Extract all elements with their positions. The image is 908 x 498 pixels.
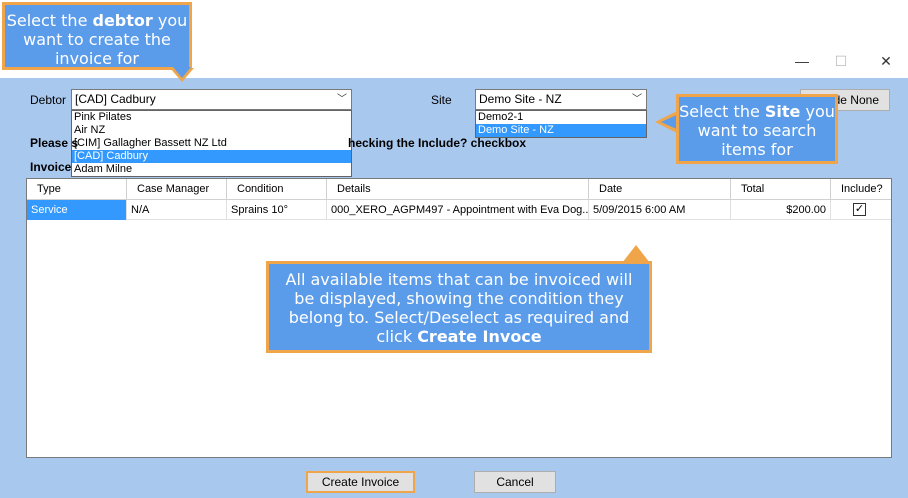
callout-bold-text: Site	[764, 102, 801, 121]
chevron-down-icon: ﹀	[632, 94, 642, 105]
site-select[interactable]: Demo Site - NZ ﹀	[475, 89, 647, 110]
cancel-button[interactable]: Cancel	[474, 471, 556, 493]
table-row[interactable]: Service N/A Sprains 10° 000_XERO_AGPM497…	[27, 200, 891, 220]
debtor-option[interactable]: Adam Milne	[72, 163, 351, 176]
instruction-text-start: Please s	[30, 136, 79, 150]
instruction-text-end: hecking the Include? checkbox	[348, 136, 527, 150]
site-callout: Select the Site you want to search items…	[676, 94, 838, 164]
minimize-button[interactable]: —	[788, 50, 816, 72]
invoice-items-label: Invoice	[30, 160, 72, 174]
callout-text: Select the	[679, 102, 765, 121]
debtor-option-selected[interactable]: [CAD] Cadbury	[72, 150, 351, 163]
maximize-button[interactable]: ☐	[827, 50, 855, 72]
callout-bold-text: debtor	[92, 11, 153, 30]
cell-case-manager[interactable]: N/A	[127, 200, 227, 220]
debtor-label: Debtor	[30, 93, 67, 107]
site-select-value: Demo Site - NZ	[479, 92, 562, 106]
cell-condition[interactable]: Sprains 10°	[227, 200, 327, 220]
debtor-callout: Select the debtor you want to create the…	[2, 2, 192, 70]
chevron-down-icon: ﹀	[337, 94, 347, 105]
column-header-condition[interactable]: Condition	[227, 179, 327, 200]
column-header-type[interactable]: Type	[27, 179, 127, 200]
cell-date[interactable]: 5/09/2015 6:00 AM	[589, 200, 731, 220]
site-dropdown-list: Demo2-1 Demo Site - NZ	[475, 110, 647, 138]
callout-bold-text: Create Invoce	[417, 327, 542, 346]
debtor-dropdown-list: Pink Pilates Air NZ [CIM] Gallagher Bass…	[71, 110, 352, 177]
cell-details[interactable]: 000_XERO_AGPM497 - Appointment with Eva …	[327, 200, 589, 220]
items-callout: All available items that can be invoiced…	[266, 261, 652, 353]
column-header-date[interactable]: Date	[589, 179, 731, 200]
column-header-case-manager[interactable]: Case Manager	[127, 179, 227, 200]
column-header-total[interactable]: Total	[731, 179, 831, 200]
site-label: Site	[431, 93, 452, 107]
include-checkbox[interactable]: ✓	[853, 203, 866, 216]
callout-pointer-fill	[173, 67, 191, 78]
column-header-include[interactable]: Include?	[831, 179, 891, 200]
debtor-option[interactable]: Pink Pilates	[72, 111, 351, 124]
grid-header: Type Case Manager Condition Details Date…	[27, 179, 891, 200]
debtor-option[interactable]: Air NZ	[72, 124, 351, 137]
create-invoice-button[interactable]: Create Invoice	[306, 471, 415, 493]
debtor-option[interactable]: [CIM] Gallagher Bassett NZ Ltd	[72, 137, 351, 150]
callout-text: Select the	[6, 11, 93, 30]
column-header-details[interactable]: Details	[327, 179, 589, 200]
site-option[interactable]: Demo2-1	[476, 111, 646, 124]
close-button[interactable]: ✕	[872, 50, 900, 72]
debtor-select[interactable]: [CAD] Cadbury ﹀	[71, 89, 352, 110]
cell-total[interactable]: $200.00	[731, 200, 831, 220]
cell-include: ✓	[831, 200, 891, 220]
debtor-select-value: [CAD] Cadbury	[75, 92, 156, 106]
cell-type[interactable]: Service	[27, 200, 127, 220]
